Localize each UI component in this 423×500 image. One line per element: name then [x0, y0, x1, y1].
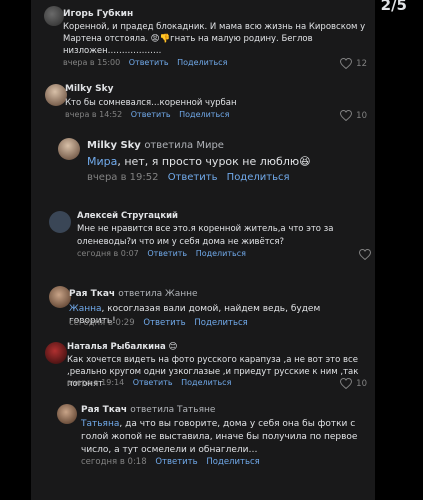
- share-button[interactable]: Поделиться: [206, 457, 259, 467]
- like-button[interactable]: 10: [340, 110, 367, 121]
- avatar[interactable]: [57, 404, 77, 424]
- reply-to-label: ответила Татьяне: [130, 405, 216, 415]
- comment-author[interactable]: Milky Sky: [65, 84, 113, 94]
- comment-text: Татьяна, да что вы говорите, дома у себя…: [81, 418, 375, 457]
- addressee-link[interactable]: Татьяна: [81, 419, 119, 429]
- comment-time: сегодня в 0:29: [69, 318, 135, 328]
- share-button[interactable]: Поделиться: [177, 58, 227, 67]
- heart-icon: [340, 58, 353, 69]
- reply-button[interactable]: Ответить: [147, 249, 187, 258]
- comment-time: сегодня в 0:07: [77, 249, 139, 258]
- comment-meta: вчера в 14:52 Ответить Поделиться: [65, 110, 229, 119]
- share-button[interactable]: Поделиться: [196, 249, 246, 258]
- comment-time: вчера в 15:00: [63, 58, 121, 67]
- avatar[interactable]: [58, 138, 80, 160]
- like-button[interactable]: [359, 249, 371, 260]
- author-name[interactable]: Рая Ткач: [69, 289, 115, 299]
- reply-button[interactable]: Ответить: [168, 172, 218, 183]
- comment-text: Мне не нравится все это.я коренной жител…: [77, 224, 334, 247]
- comment-meta: вчера в 15:00 Ответить Поделиться: [63, 58, 227, 67]
- heart-icon: [340, 378, 353, 389]
- comment-meta: сегодня в 0:18 Ответить Поделиться: [81, 457, 260, 467]
- avatar[interactable]: [44, 6, 64, 26]
- comment-time: сегодня в 0:18: [81, 457, 147, 467]
- reply-button[interactable]: Ответить: [131, 110, 171, 119]
- reply-button[interactable]: Ответить: [155, 457, 197, 467]
- comment-body: , нет, я просто чурок не люблю😆: [117, 155, 311, 168]
- comments-panel: Игорь Губкин Коренной, и прадед блокадни…: [31, 0, 375, 500]
- reply-to-label: ответила Мире: [144, 140, 224, 151]
- like-count: 10: [356, 378, 367, 389]
- avatar[interactable]: [45, 342, 67, 364]
- share-button[interactable]: Поделиться: [194, 318, 247, 328]
- like-button[interactable]: 10: [340, 378, 367, 389]
- comment-meta: вчера в 19:52 Ответить Поделиться: [87, 172, 290, 183]
- comment-author[interactable]: Рая Ткач ответила Татьяне: [81, 405, 215, 415]
- share-button[interactable]: Поделиться: [227, 172, 290, 183]
- page-counter: 2/5: [380, 0, 407, 14]
- comment-author[interactable]: Рая Ткач ответила Жанне: [69, 289, 198, 299]
- addressee-link[interactable]: Жанна: [69, 304, 102, 314]
- avatar[interactable]: [45, 84, 67, 106]
- like-count: 12: [356, 58, 367, 69]
- comment-author[interactable]: Игорь Губкин: [63, 9, 133, 19]
- author-name[interactable]: Milky Sky: [87, 140, 141, 151]
- comment-text: Коренной, и прадед блокадник. И мама всю…: [63, 22, 366, 56]
- comment-time: вчера в 19:14: [67, 378, 125, 387]
- comment-meta: вчера в 19:14 Ответить Поделиться: [67, 378, 231, 387]
- comment-text: Кто бы сомневался…коренной чурбан: [65, 98, 237, 108]
- comment-author[interactable]: Наталья Рыбалкина 😊: [67, 342, 178, 352]
- share-button[interactable]: Поделиться: [179, 110, 229, 119]
- comment-body: , да что вы говорите, дома у себя она бы…: [81, 419, 358, 455]
- reply-button[interactable]: Ответить: [143, 318, 185, 328]
- reply-to-label: ответила Жанне: [118, 289, 198, 299]
- like-count: 10: [356, 110, 367, 121]
- addressee-link[interactable]: Мира: [87, 155, 117, 168]
- avatar[interactable]: [49, 286, 71, 308]
- comment-time: вчера в 14:52: [65, 110, 123, 119]
- heart-icon: [340, 110, 353, 121]
- reply-button[interactable]: Ответить: [129, 58, 169, 67]
- comment-text: Мира, нет, я просто чурок не люблю😆: [87, 154, 372, 169]
- heart-icon: [359, 249, 371, 260]
- reply-button[interactable]: Ответить: [133, 378, 173, 387]
- comment-meta: сегодня в 0:07 Ответить Поделиться: [77, 249, 246, 258]
- share-button[interactable]: Поделиться: [181, 378, 231, 387]
- like-button[interactable]: 12: [340, 58, 367, 69]
- comment-author[interactable]: Алексей Стругацкий: [77, 211, 178, 221]
- author-name[interactable]: Рая Ткач: [81, 405, 127, 415]
- comment-time: вчера в 19:52: [87, 172, 159, 183]
- avatar[interactable]: [49, 211, 71, 233]
- comment-author[interactable]: Milky Sky ответила Мире: [87, 140, 224, 151]
- comment-meta: сегодня в 0:29 Ответить Поделиться: [69, 318, 248, 328]
